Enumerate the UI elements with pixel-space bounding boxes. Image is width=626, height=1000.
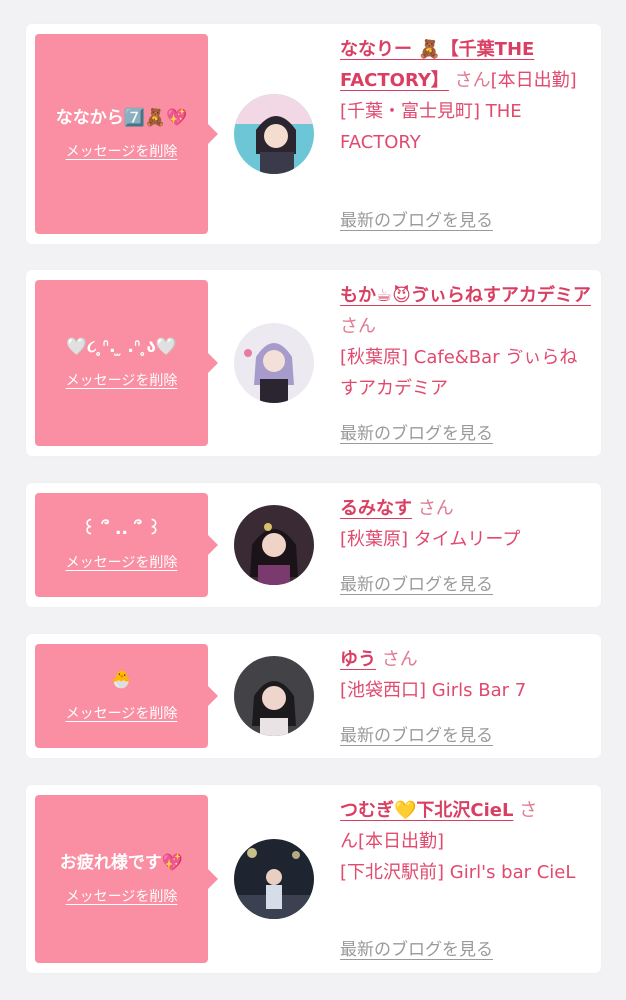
shop-location: [秋葉原] Cafe&Bar ゔぃらねすアカデミア (340, 347, 578, 399)
status-text: [本日出勤] (490, 70, 577, 91)
shop-location: [千葉・富士見町] THE FACTORY (340, 101, 522, 153)
sender-name-link[interactable]: つむぎ💛下北沢CieL (340, 800, 513, 821)
delete-message-link[interactable]: メッセージを削除 (66, 552, 178, 572)
shop-location: [秋葉原] タイムリープ (340, 529, 521, 550)
delete-message-link[interactable]: メッセージを削除 (66, 703, 178, 723)
view-blog-link[interactable]: 最新のブログを見る (340, 721, 493, 746)
message-bubble: 🤍૮ ̥ᐢ. ̫ .ᐢ ̥ა🤍 メッセージを削除 (35, 280, 218, 446)
honorific: さん (454, 70, 491, 91)
honorific: さ (519, 800, 538, 821)
avatar[interactable] (234, 505, 314, 585)
message-text: ꒰ ՞ .. ՞ ꒱ (82, 519, 161, 539)
delete-message-link[interactable]: メッセージを削除 (66, 141, 178, 161)
honorific: さん (340, 316, 376, 337)
message-text: お疲れ様です💖 (59, 853, 184, 873)
message-card: お疲れ様です💖 メッセージを削除 つむぎ💛下北沢CieL さ ん[本日出勤] [… (26, 785, 601, 973)
view-blog-link[interactable]: 最新のブログを見る (340, 419, 493, 444)
message-bubble: お疲れ様です💖 メッセージを削除 (35, 795, 218, 963)
message-bubble: ななから7️⃣🧸💖 メッセージを削除 (35, 34, 218, 234)
delete-message-link[interactable]: メッセージを削除 (66, 370, 178, 390)
avatar[interactable] (234, 839, 314, 919)
view-blog-link[interactable]: 最新のブログを見る (340, 935, 493, 960)
sender-info: もか☕😈ゔぃらねすアカデミア さん [秋葉原] Cafe&Bar ゔぃらねすアカ… (340, 280, 592, 404)
sender-name-link[interactable]: るみなす (340, 498, 412, 519)
sender-info: ゆう さん [池袋西口] Girls Bar 7 (340, 644, 592, 706)
view-blog-link[interactable]: 最新のブログを見る (340, 206, 493, 231)
sender-name-link[interactable]: もか☕😈ゔぃらねすアカデミア (340, 285, 591, 306)
sender-info: つむぎ💛下北沢CieL さ ん[本日出勤] [下北沢駅前] Girl's bar… (340, 795, 592, 888)
sender-info: るみなす さん [秋葉原] タイムリープ (340, 493, 592, 555)
shop-location: [池袋西口] Girls Bar 7 (340, 680, 527, 701)
honorific: さん (417, 498, 454, 519)
sender-name-link[interactable]: ゆう (340, 649, 376, 670)
message-bubble: 🐣 メッセージを削除 (35, 644, 218, 748)
message-card: ななから7️⃣🧸💖 メッセージを削除 ななりー 🧸【千葉THE FACTORY】… (26, 24, 601, 244)
shop-location: [下北沢駅前] Girl's bar CieL (340, 862, 576, 883)
status-text: ん[本日出勤] (340, 831, 445, 852)
message-card: 🐣 メッセージを削除 ゆう さん [池袋西口] Girls Bar 7 最新のブ… (26, 634, 601, 758)
honorific: さん (381, 649, 418, 670)
avatar[interactable] (234, 656, 314, 736)
message-text: 🐣 (110, 670, 133, 690)
view-blog-link[interactable]: 最新のブログを見る (340, 570, 493, 595)
message-card: 🤍૮ ̥ᐢ. ̫ .ᐢ ̥ა🤍 メッセージを削除 もか☕😈ゔぃらねすアカデミア … (26, 270, 601, 456)
delete-message-link[interactable]: メッセージを削除 (66, 886, 178, 906)
sender-info: ななりー 🧸【千葉THE FACTORY】 さん[本日出勤] [千葉・富士見町]… (340, 34, 592, 158)
message-bubble: ꒰ ՞ .. ՞ ꒱ メッセージを削除 (35, 493, 218, 597)
message-text: ななから7️⃣🧸💖 (55, 108, 188, 128)
avatar[interactable] (234, 94, 314, 174)
message-text: 🤍૮ ̥ᐢ. ̫ .ᐢ ̥ა🤍 (65, 337, 178, 357)
message-card: ꒰ ՞ .. ՞ ꒱ メッセージを削除 るみなす さん [秋葉原] タイムリープ… (26, 483, 601, 607)
avatar[interactable] (234, 323, 314, 403)
